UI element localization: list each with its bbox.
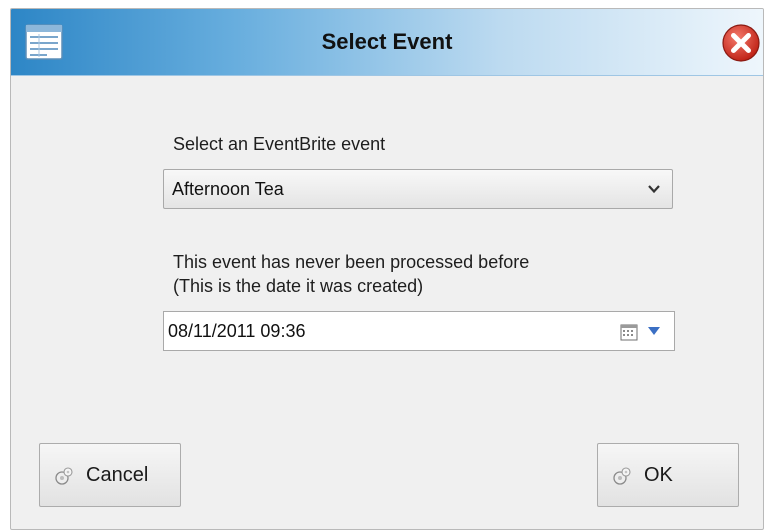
- close-icon[interactable]: [721, 23, 761, 63]
- title-bar: Select Event: [11, 9, 763, 76]
- processed-status-text: This event has never been processed befo…: [173, 252, 530, 272]
- select-event-dialog: Select Event Select an EventBrite event …: [10, 8, 764, 530]
- event-dropdown-value: Afternoon Tea: [172, 179, 284, 199]
- dialog-title: Select Event: [321, 29, 453, 54]
- cancel-button-label: Cancel: [86, 464, 149, 486]
- gear-icon: [613, 467, 631, 485]
- cancel-button[interactable]: Cancel: [39, 443, 181, 507]
- event-dropdown[interactable]: Afternoon Tea: [163, 169, 673, 209]
- ok-button[interactable]: OK: [597, 443, 739, 507]
- created-date-note: (This is the date it was created): [173, 276, 424, 296]
- gear-icon: [55, 467, 73, 485]
- calendar-icon[interactable]: [620, 323, 638, 341]
- date-value: 08/11/2011 09:36: [168, 321, 306, 341]
- ok-button-label: OK: [644, 464, 673, 486]
- chevron-down-icon: [648, 185, 660, 194]
- date-picker-field[interactable]: 08/11/2011 09:36: [163, 311, 675, 351]
- event-select-label: Select an EventBrite event: [173, 134, 386, 154]
- dropdown-arrow-icon[interactable]: [648, 326, 660, 336]
